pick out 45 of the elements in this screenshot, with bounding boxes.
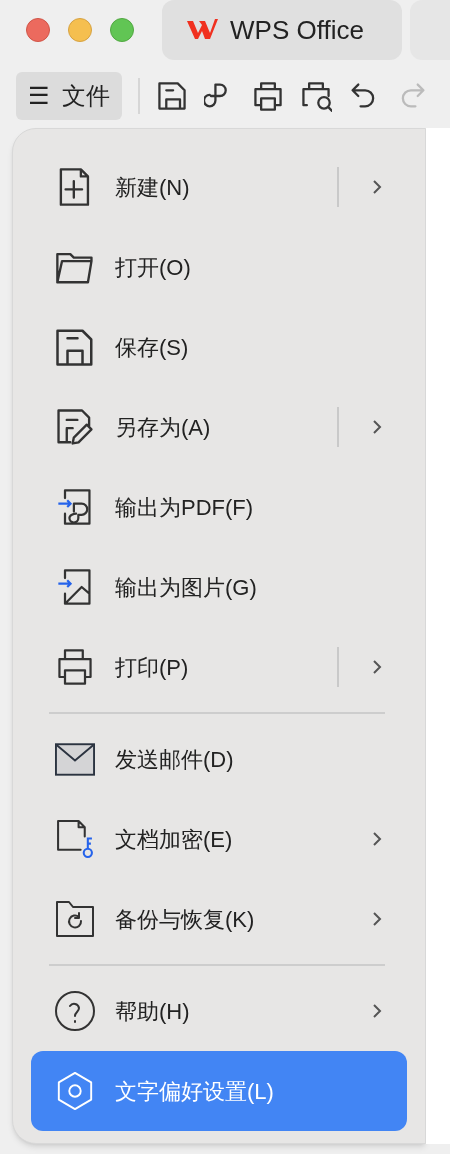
file-menu-button[interactable]: ☰ 文件 <box>16 72 122 120</box>
menu-item[interactable]: 帮助(H) <box>31 971 407 1051</box>
chevron-right-icon <box>371 1003 383 1019</box>
save-icon <box>55 327 95 367</box>
menu-label: 保存(S) <box>115 333 189 362</box>
save-as-icon <box>55 407 95 447</box>
menu-item[interactable]: 另存为(A) <box>31 387 407 467</box>
chevron-right-icon <box>371 179 383 195</box>
menu-label: 输出为PDF(F) <box>115 493 254 522</box>
close-button[interactable] <box>26 18 50 42</box>
menu-label: 备份与恢复(K) <box>115 905 255 934</box>
menu-label: 打开(O) <box>115 253 191 282</box>
tab[interactable]: WPS Office <box>162 0 402 60</box>
menu-label: 打印(P) <box>115 653 189 682</box>
menu-item[interactable]: 备份与恢复(K) <box>31 879 407 959</box>
printer-icon <box>55 647 95 687</box>
menu-item[interactable]: 文档加密(E) <box>31 799 407 879</box>
logo-icon <box>186 18 218 42</box>
menu-label: 输出为图片(G) <box>115 573 257 602</box>
chevron-right-icon <box>371 419 383 435</box>
tab-label: WPS Office <box>230 13 364 47</box>
chevron-right-icon <box>371 659 383 675</box>
menu-item[interactable]: 新建(N) <box>31 147 407 227</box>
save-icon[interactable] <box>156 80 188 112</box>
menu-item[interactable]: 打印(P) <box>31 627 407 707</box>
menu-label: 另存为(A) <box>115 413 211 442</box>
menu-item[interactable]: 输出为图片(G) <box>31 547 407 627</box>
backup-folder-icon <box>55 899 95 939</box>
menu-item[interactable]: 发送邮件(D) <box>31 719 407 799</box>
menu-label: 文字偏好设置(L) <box>115 1077 274 1106</box>
menu-label: 新建(N) <box>115 173 190 202</box>
menu-label: 文档加密(E) <box>115 825 233 854</box>
menu-label: 帮助(H) <box>115 997 190 1026</box>
printer-icon[interactable] <box>252 80 284 112</box>
help-icon <box>55 991 95 1031</box>
menu-label: 发送邮件(D) <box>115 745 234 774</box>
menu-item[interactable]: 打开(O) <box>31 227 407 307</box>
menu-item[interactable]: 文字偏好设置(L) <box>31 1051 407 1131</box>
menu-item[interactable]: 输出为PDF(F) <box>31 467 407 547</box>
menu-item[interactable]: 保存(S) <box>31 307 407 387</box>
settings-icon <box>55 1071 95 1111</box>
chevron-right-icon <box>371 831 383 847</box>
print-preview-icon[interactable] <box>300 80 332 112</box>
locked-file-icon <box>55 819 95 859</box>
chevron-right-icon <box>371 911 383 927</box>
